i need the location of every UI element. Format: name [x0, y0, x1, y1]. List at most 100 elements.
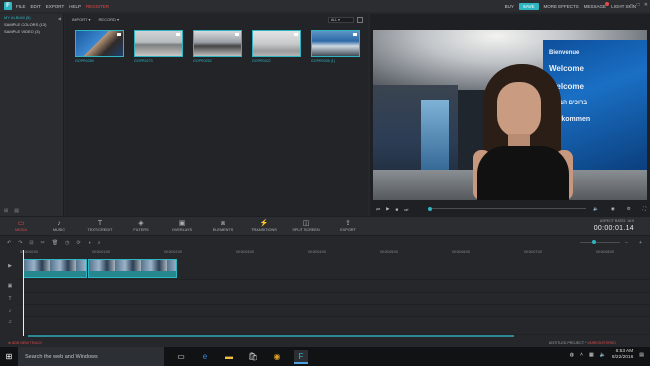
rewind-icon[interactable]: ⏮: [376, 207, 380, 212]
tool-media[interactable]: ▭ MEDIA: [1, 219, 41, 232]
tool-overlays[interactable]: ▣ OVERLAYS: [162, 219, 202, 232]
tool-elements[interactable]: ⧈ ELEMENTS: [203, 219, 243, 232]
record-dropdown[interactable]: RECORD ▾: [99, 17, 119, 22]
playhead[interactable]: [23, 250, 24, 336]
scrubber-knob[interactable]: [428, 206, 432, 211]
notification-avatar-icon[interactable]: ◍: [570, 352, 574, 358]
add-track-button[interactable]: ⊕ ADD NEW TRACK: [8, 341, 42, 345]
volume-tray-icon[interactable]: 🔈: [600, 352, 606, 358]
snapshot-icon[interactable]: ◉: [611, 206, 615, 212]
folder-my-album[interactable]: MY ALBUM (5): [0, 14, 63, 21]
preview-video-frame[interactable]: Bienvenue Welcome Welcome ברוכים הבאים W…: [373, 30, 647, 200]
undo-icon[interactable]: ↶: [7, 240, 11, 246]
overlay-track[interactable]: [20, 280, 650, 293]
tool-export[interactable]: ⇪ EXPORT: [328, 219, 368, 232]
zoom-out-icon[interactable]: −: [625, 240, 628, 246]
timeline-clip[interactable]: [23, 259, 87, 278]
import-dropdown[interactable]: IMPORT ▾: [72, 17, 91, 22]
color-icon[interactable]: ◑: [88, 240, 91, 246]
task-view-icon[interactable]: ▭: [174, 350, 188, 364]
media-clip[interactable]: GOPR0252: [193, 30, 242, 63]
fullscreen-icon[interactable]: ⛶: [643, 206, 646, 212]
menu-help[interactable]: HELP: [69, 4, 81, 9]
buy-link[interactable]: BUY: [505, 4, 514, 9]
collapse-arrow-icon[interactable]: ◀: [58, 16, 61, 21]
media-clip[interactable]: GOPR0289: [75, 30, 124, 63]
ruler-tick: 00:00:02:00: [164, 250, 182, 254]
tool-text-credit[interactable]: T TEXT/CREDIT: [80, 219, 120, 232]
aspect-ratio[interactable]: ASPECT RATIO: 16:9: [600, 219, 634, 223]
minimize-icon[interactable]: –: [630, 2, 633, 8]
tool-label: EXPORT: [340, 228, 356, 232]
tool-music[interactable]: ♪ MUSIC: [39, 219, 79, 232]
overlays-icon: ▣: [178, 220, 186, 227]
more-effects-link[interactable]: MORE EFFECTS: [544, 4, 579, 9]
zoom-to-fit-icon[interactable]: ⌕: [98, 240, 101, 246]
folder-sample-colors[interactable]: SAMPLE COLORS (13): [0, 21, 63, 28]
message-link[interactable]: MESSAGE: [584, 1, 610, 9]
save-button[interactable]: SAVE: [518, 2, 539, 10]
clip-thumbnail: [134, 30, 183, 57]
network-icon[interactable]: ▦: [589, 352, 594, 358]
action-center-icon[interactable]: ▤: [639, 352, 644, 358]
settings-icon[interactable]: ⚙: [627, 206, 631, 212]
taskbar-apps: ▭ e ▬ 🛍 ◉ F: [174, 349, 308, 364]
zoom-knob[interactable]: [592, 240, 596, 244]
forward-icon[interactable]: ⏭: [404, 207, 408, 212]
volume-icon[interactable]: 🔈: [593, 206, 599, 212]
windows-start-icon[interactable]: ⊞: [0, 347, 18, 366]
folder-sample-video[interactable]: SAMPLE VIDEO (3): [0, 28, 63, 35]
video-track[interactable]: [20, 257, 650, 280]
play-icon[interactable]: ▶: [386, 206, 389, 212]
preview-actions: 🔈 ◉ ⚙ ⛶: [587, 206, 646, 212]
media-clip[interactable]: GOPR0322: [252, 30, 301, 63]
chrome-icon[interactable]: ◉: [270, 350, 284, 364]
close-icon[interactable]: ✕: [644, 2, 648, 8]
rotate-icon[interactable]: ⟳: [77, 240, 81, 246]
video-camera-icon: [294, 33, 298, 36]
delete-icon[interactable]: 🗑: [52, 240, 58, 246]
zoom-in-icon[interactable]: +: [639, 240, 642, 246]
clock[interactable]: 6:53 AM 8/22/2016: [612, 349, 633, 361]
media-filter-select[interactable]: ALL ▾: [328, 17, 354, 23]
text-track[interactable]: [20, 293, 650, 305]
project-name: UNTITLED PROJECT *: [548, 341, 587, 345]
ruler-tick: 00:00:08:00: [596, 250, 614, 254]
menu-register[interactable]: REGISTER: [86, 4, 109, 9]
file-explorer-icon[interactable]: ▬: [222, 350, 236, 364]
speed-icon[interactable]: ◷: [65, 240, 69, 246]
stop-icon[interactable]: ■: [396, 207, 399, 212]
taskbar-search-input[interactable]: Search the web and Windows: [18, 347, 164, 366]
menu-file[interactable]: FILE: [16, 4, 26, 9]
menu-edit[interactable]: EDIT: [31, 4, 41, 9]
redo-icon[interactable]: ↷: [18, 240, 22, 246]
filmora-taskbar-icon[interactable]: F: [294, 349, 308, 364]
chevron-up-icon[interactable]: ˄: [580, 352, 583, 358]
new-folder-icon[interactable]: ⊞: [4, 208, 8, 214]
clip-label: GOPR0322: [252, 59, 271, 63]
windows-taskbar: ⊞ Search the web and Windows ▭ e ▬ 🛍 ◉ F…: [0, 347, 650, 366]
timeline-scrollbar[interactable]: [28, 335, 514, 337]
media-clip[interactable]: GOPR0273: [134, 30, 183, 63]
preview-scrubber[interactable]: [428, 208, 586, 209]
timeline-clip[interactable]: [88, 259, 177, 278]
maximize-icon[interactable]: □: [637, 2, 640, 8]
crop-icon[interactable]: ⊡: [29, 240, 33, 246]
element-track[interactable]: [20, 305, 650, 317]
timeline-zoom-slider[interactable]: [580, 242, 620, 243]
split-icon[interactable]: ✂: [41, 240, 45, 246]
delete-folder-icon[interactable]: ▤: [14, 208, 19, 214]
overlay-track-icon: ▣: [7, 283, 13, 289]
music-track[interactable]: [20, 317, 650, 335]
tool-filters[interactable]: ◈ FILTERS: [121, 219, 161, 232]
store-icon[interactable]: 🛍: [246, 350, 260, 364]
edge-browser-icon[interactable]: e: [198, 350, 212, 364]
clip-label: GOPR0289: [75, 59, 94, 63]
media-clip[interactable]: GOPR0336 (1): [311, 30, 360, 63]
grid-view-icon[interactable]: [357, 17, 363, 23]
tool-split-screen[interactable]: ◫ SPLIT SCREEN: [286, 219, 326, 232]
timeline-ruler[interactable]: 00:00:00:00 00:00:01:00 00:00:02:00 00:0…: [20, 249, 650, 257]
transitions-icon: ⚡: [259, 220, 269, 227]
menu-export[interactable]: EXPORT: [46, 4, 64, 9]
tool-transitions[interactable]: ⚡ TRANSITIONS: [244, 219, 284, 232]
